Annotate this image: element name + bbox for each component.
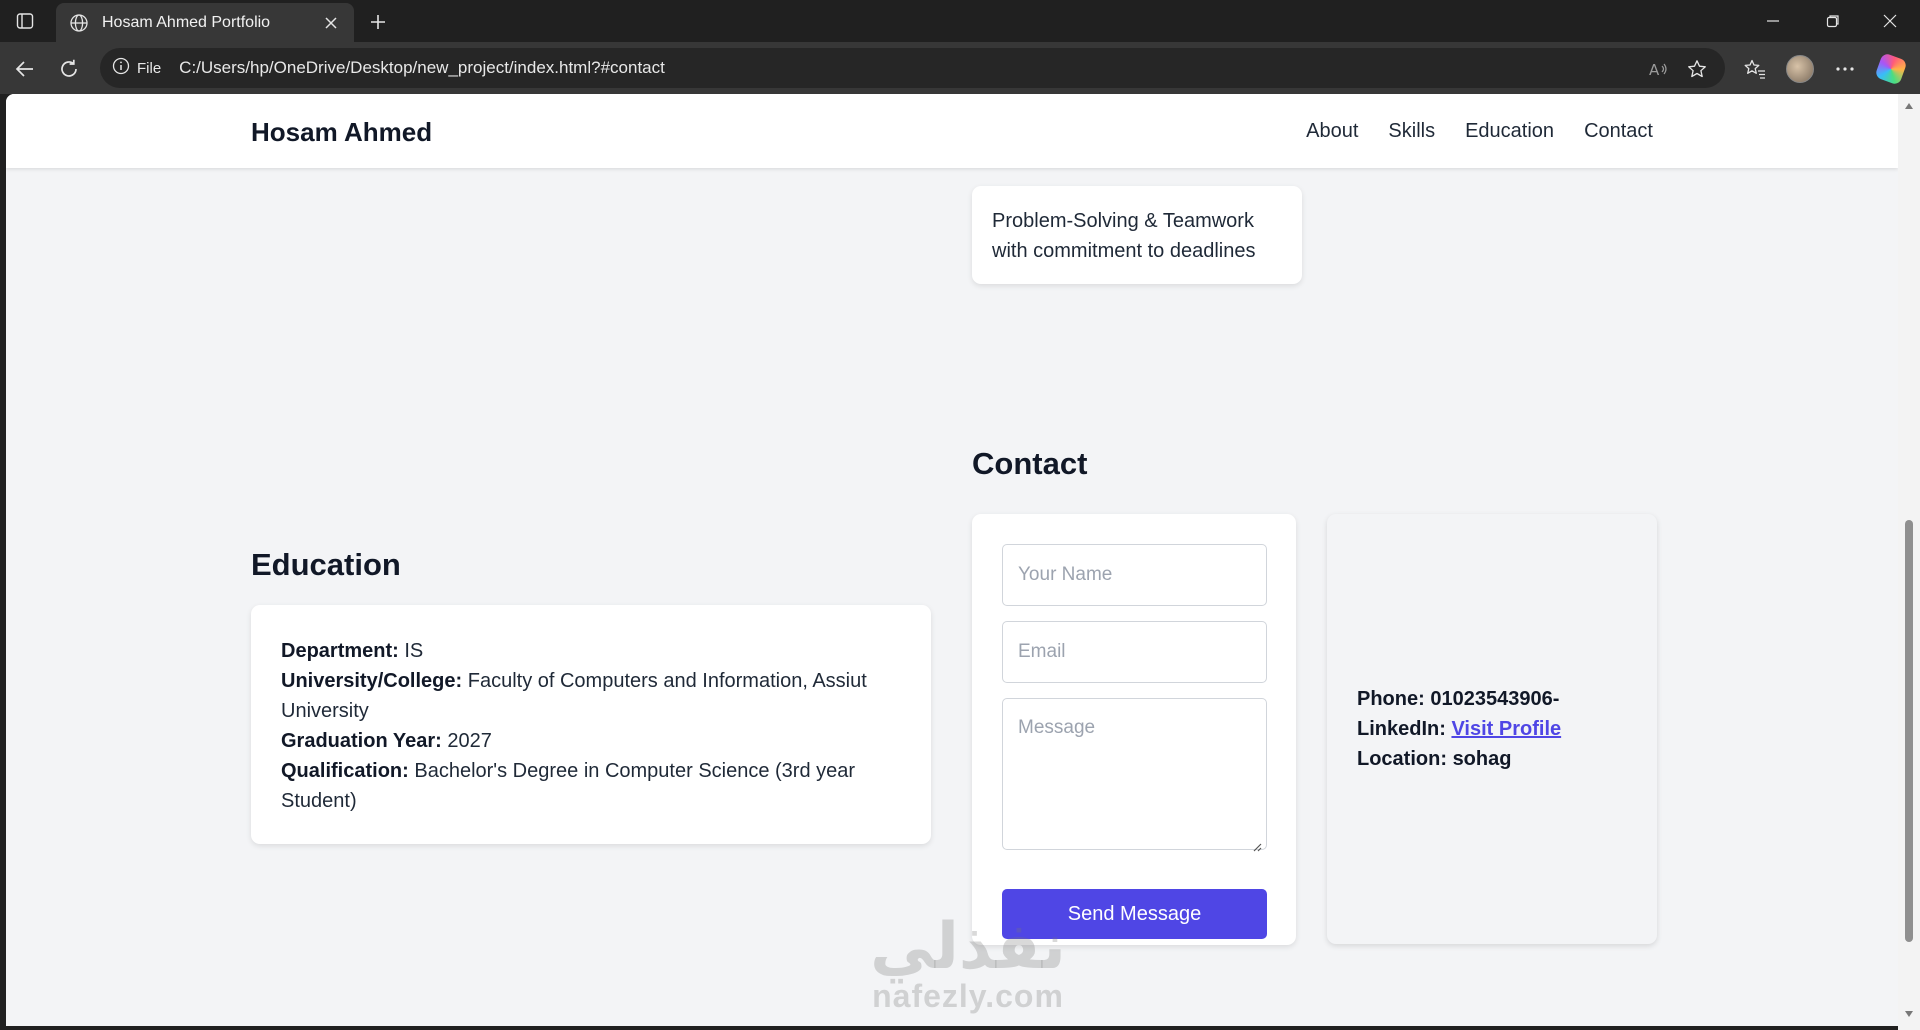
plus-icon[interactable] — [364, 8, 392, 36]
scroll-thumb[interactable] — [1905, 520, 1913, 942]
contact-info-card: Phone: 01023543906- LinkedIn: Visit Prof… — [1327, 514, 1657, 944]
url-text[interactable]: C:/Users/hp/OneDrive/Desktop/new_project… — [179, 58, 665, 78]
back-icon[interactable] — [8, 52, 42, 86]
site-nav: About Skills Education Contact — [1306, 120, 1653, 143]
name-input[interactable] — [1002, 544, 1267, 606]
close-window-icon[interactable] — [1860, 0, 1920, 42]
site-header: Hosam Ahmed About Skills Education Conta… — [6, 94, 1898, 168]
reload-icon[interactable] — [52, 52, 86, 86]
education-card: Department: IS University/College: Facul… — [251, 605, 931, 844]
info-icon — [112, 57, 130, 79]
more-icon[interactable] — [1830, 54, 1860, 84]
watermark-latin: nafezly.com — [872, 978, 1064, 1014]
file-label: File — [137, 59, 162, 77]
restore-icon[interactable] — [1803, 0, 1863, 42]
nav-education[interactable]: Education — [1465, 120, 1554, 143]
tab-actions-icon[interactable] — [10, 8, 40, 34]
department-label: Department: — [281, 640, 399, 662]
department-value: IS — [404, 640, 424, 662]
education-department: Department: IS — [281, 636, 901, 666]
globe-icon — [68, 12, 90, 34]
minimize-icon[interactable] — [1743, 0, 1803, 42]
education-heading: Education — [251, 547, 401, 582]
graduation-label: Graduation Year: — [281, 730, 442, 752]
svg-text:A: A — [1649, 61, 1660, 79]
site-info-chip[interactable]: File — [112, 57, 161, 79]
profile-avatar[interactable] — [1785, 54, 1815, 84]
nav-contact[interactable]: Contact — [1584, 120, 1653, 143]
graduation-value: 2027 — [447, 730, 492, 752]
brand-title[interactable]: Hosam Ahmed — [251, 117, 432, 148]
skill-card-text: Problem-Solving & Teamwork with commitme… — [992, 210, 1256, 262]
education-qualification: Qualification: Bachelor's Degree in Comp… — [281, 756, 901, 816]
page-scrollbar[interactable] — [1898, 94, 1920, 1030]
browser-tab[interactable]: Hosam Ahmed Portfolio — [56, 3, 354, 42]
location-label: Location: — [1357, 748, 1447, 770]
watermark-arabic: نفذلي — [870, 910, 1066, 984]
location-line: Location: sohag — [1357, 744, 1627, 774]
linkedin-link[interactable]: Visit Profile — [1451, 718, 1561, 740]
address-bar[interactable]: File C:/Users/hp/OneDrive/Desktop/new_pr… — [100, 48, 1725, 88]
favorites-icon[interactable] — [1740, 54, 1770, 84]
education-university: University/College: Faculty of Computers… — [281, 666, 901, 726]
watermark: نفذلي nafezly.com — [858, 914, 1078, 1012]
email-input[interactable] — [1002, 621, 1267, 683]
star-icon[interactable] — [1685, 57, 1709, 81]
linkedin-label: LinkedIn: — [1357, 718, 1446, 740]
browser-tab-strip: Hosam Ahmed Portfolio — [0, 0, 1920, 42]
copilot-icon[interactable] — [1874, 52, 1908, 86]
message-textarea[interactable] — [1002, 698, 1267, 850]
close-icon[interactable] — [320, 12, 342, 34]
phone-line: Phone: 01023543906- — [1357, 684, 1627, 714]
contact-heading: Contact — [972, 446, 1088, 481]
scroll-up-icon[interactable] — [1903, 100, 1915, 112]
phone-value: 01023543906- — [1430, 688, 1560, 710]
location-value: sohag — [1452, 748, 1512, 770]
skill-card: Problem-Solving & Teamwork with commitme… — [972, 186, 1302, 284]
nav-about[interactable]: About — [1306, 120, 1358, 143]
browser-toolbar: File C:/Users/hp/OneDrive/Desktop/new_pr… — [0, 42, 1920, 94]
nav-skills[interactable]: Skills — [1388, 120, 1435, 143]
qualification-label: Qualification: — [281, 760, 409, 782]
scroll-down-icon[interactable] — [1903, 1008, 1915, 1020]
education-graduation: Graduation Year: 2027 — [281, 726, 901, 756]
read-aloud-icon[interactable]: A — [1647, 57, 1671, 81]
phone-label: Phone: — [1357, 688, 1425, 710]
university-label: University/College: — [281, 670, 463, 692]
linkedin-line: LinkedIn: Visit Profile — [1357, 714, 1627, 744]
tab-title: Hosam Ahmed Portfolio — [102, 13, 271, 31]
resize-grip-icon[interactable] — [1252, 839, 1262, 857]
page-viewport: Hosam Ahmed About Skills Education Conta… — [6, 94, 1898, 1026]
contact-form: Send Message — [972, 514, 1296, 945]
